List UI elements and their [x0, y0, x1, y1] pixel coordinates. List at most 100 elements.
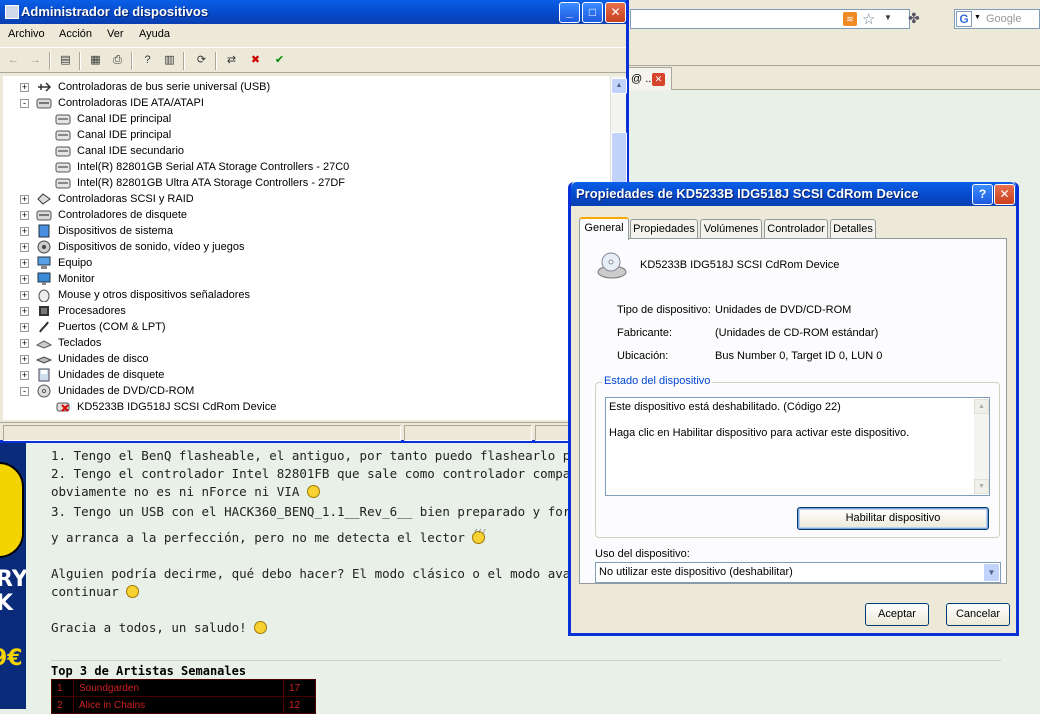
tree-node[interactable]: Intel(R) 82801GB Serial ATA Storage Cont…	[3, 159, 603, 175]
menu-bar: Archivo Acción Ver Ayuda	[0, 24, 626, 46]
ide-controller-icon	[36, 96, 52, 110]
tree-node[interactable]: + Controladores de disquete	[3, 207, 603, 223]
tree-node[interactable]: + Procesadores	[3, 303, 603, 319]
menu-accion[interactable]: Acción	[59, 28, 92, 40]
details-view-icon[interactable]: ▥	[161, 52, 178, 69]
grin-emoji-icon	[306, 485, 320, 498]
expand-toggle[interactable]: -	[20, 99, 29, 108]
properties-icon[interactable]: ▦	[87, 52, 104, 69]
status-scrollbar[interactable]: ▲ ▼	[974, 399, 989, 494]
search-input[interactable]: Google	[986, 13, 1021, 25]
tree-node-label: Canal IDE secundario	[77, 145, 185, 157]
expand-toggle[interactable]: +	[20, 243, 29, 252]
tree-node[interactable]: - Unidades de DVD/CD-ROM	[3, 383, 603, 399]
ok-button[interactable]: Aceptar	[865, 603, 929, 626]
tree-node[interactable]: - Controladoras IDE ATA/ATAPI	[3, 95, 603, 111]
google-icon[interactable]: G	[956, 11, 972, 27]
tree-node[interactable]: + Unidades de disco	[3, 351, 603, 367]
tree-node-label: Teclados	[58, 337, 102, 349]
expand-toggle[interactable]: -	[20, 387, 29, 396]
close-icon[interactable]: ✕	[652, 73, 665, 86]
back-icon[interactable]: ←	[5, 52, 22, 69]
scroll-up-icon[interactable]: ▲	[974, 399, 989, 414]
status-pane	[3, 425, 401, 441]
device-usage-select[interactable]: No utilizar este dispositivo (deshabilit…	[595, 562, 1001, 583]
group-title: Estado del dispositivo	[602, 375, 713, 387]
table-row[interactable]: 2 Alice in Chains 12	[51, 696, 316, 714]
tree-node[interactable]: Intel(R) 82801GB Ultra ATA Storage Contr…	[3, 175, 603, 191]
cancel-button[interactable]: Cancelar	[946, 603, 1010, 626]
tree-node[interactable]: + Dispositivos de sistema	[3, 223, 603, 239]
tree-node[interactable]: + Puertos (COM & LPT)	[3, 319, 603, 335]
expand-toggle[interactable]: +	[20, 275, 29, 284]
keyboard-icon	[35, 336, 53, 350]
search-box[interactable]: G ▼ Google	[954, 9, 1040, 29]
print-icon[interactable]: ⎙	[109, 52, 126, 69]
artist-cell[interactable]: Soundgarden	[73, 679, 284, 697]
rss-icon[interactable]: ≋	[843, 12, 857, 26]
scan-hardware-icon[interactable]: ⟳	[193, 52, 210, 69]
uninstall-icon[interactable]: ✖	[247, 52, 264, 69]
menu-archivo[interactable]: Archivo	[8, 28, 45, 40]
tab-general[interactable]: General	[579, 217, 629, 240]
close-button[interactable]: ✕	[605, 2, 626, 23]
enable-device-icon[interactable]: ✔	[271, 52, 288, 69]
tree-node[interactable]: Canal IDE principal	[3, 127, 603, 143]
expand-toggle[interactable]: +	[20, 291, 29, 300]
artist-cell[interactable]: Alice in Chains	[73, 696, 284, 714]
maximize-button[interactable]: □	[582, 2, 603, 23]
enable-device-button[interactable]: Habilitar dispositivo	[797, 507, 989, 530]
extension-icon[interactable]: ✤	[908, 10, 920, 27]
tab-propiedades[interactable]: Propiedades	[630, 219, 698, 239]
help-button[interactable]: ?	[972, 184, 993, 205]
tab-controlador[interactable]: Controlador	[764, 219, 828, 239]
tree-node[interactable]: + Controladoras de bus serie universal (…	[3, 79, 603, 95]
tree-node[interactable]: Canal IDE principal	[3, 111, 603, 127]
scroll-down-icon[interactable]: ▼	[974, 479, 989, 494]
ad-banner[interactable]: RY K 9€	[0, 440, 26, 709]
expand-toggle[interactable]: +	[20, 371, 29, 380]
menu-ver[interactable]: Ver	[107, 28, 124, 40]
tab-detalles[interactable]: Detalles	[830, 219, 876, 239]
expand-toggle[interactable]: +	[20, 227, 29, 236]
tree-node[interactable]: + Equipo	[3, 255, 603, 271]
minimize-button[interactable]: _	[559, 2, 580, 23]
expand-toggle[interactable]: +	[20, 259, 29, 268]
tree-node[interactable]: + Dispositivos de sonido, vídeo y juegos	[3, 239, 603, 255]
expand-toggle[interactable]: +	[20, 355, 29, 364]
expand-toggle[interactable]: +	[20, 195, 29, 204]
tree-node[interactable]: + Monitor	[3, 271, 603, 287]
expand-toggle[interactable]: +	[20, 339, 29, 348]
expand-toggle[interactable]: +	[20, 211, 29, 220]
address-bar[interactable]: ≋ ☆ ▼	[630, 9, 910, 29]
tree-node[interactable]: + Controladoras SCSI y RAID	[3, 191, 603, 207]
title-bar[interactable]: Propiedades de KD5233B IDG518J SCSI CdRo…	[571, 182, 1016, 206]
forward-icon[interactable]: →	[27, 52, 44, 69]
device-status-text[interactable]: Este dispositivo está deshabilitado. (Có…	[605, 397, 990, 496]
tree-node-label: Controladoras SCSI y RAID	[58, 193, 194, 205]
tree-node[interactable]: + Unidades de disquete	[3, 367, 603, 383]
tree-node[interactable]: + Teclados	[3, 335, 603, 351]
chevron-down-icon[interactable]: ▼	[983, 563, 1000, 582]
tree-node[interactable]: Canal IDE secundario	[3, 143, 603, 159]
expand-toggle[interactable]: +	[20, 83, 29, 92]
scroll-up-icon[interactable]: ▲	[611, 78, 627, 94]
close-button[interactable]: ✕	[994, 184, 1015, 205]
star-icon[interactable]: ☆	[862, 10, 875, 28]
expand-toggle[interactable]: +	[20, 307, 29, 316]
tree-node-label: Dispositivos de sistema	[58, 225, 173, 237]
chevron-down-icon[interactable]: ▼	[884, 13, 892, 22]
table-row[interactable]: 1 Soundgarden 17	[51, 679, 316, 697]
update-driver-icon[interactable]: ⇄	[223, 52, 240, 69]
tree-view-icon[interactable]: ▤	[57, 52, 74, 69]
expand-toggle[interactable]: +	[20, 323, 29, 332]
tree-node[interactable]: + Mouse y otros dispositivos señaladores	[3, 287, 603, 303]
tab-volumenes[interactable]: Volúmenes	[700, 219, 762, 239]
help-icon[interactable]: ?	[139, 52, 156, 69]
tree-node[interactable]: KD5233B IDG518J SCSI CdRom Device	[3, 399, 603, 415]
browser-tab[interactable]: @ ... ✕	[628, 67, 672, 90]
menu-ayuda[interactable]: Ayuda	[139, 28, 170, 40]
title-bar[interactable]: Administrador de dispositivos _ □ ✕	[0, 0, 626, 24]
chevron-down-icon[interactable]: ▼	[974, 14, 981, 21]
browser-toolbar: ≋ ☆ ▼ ✤ G ▼ Google	[628, 0, 1040, 66]
